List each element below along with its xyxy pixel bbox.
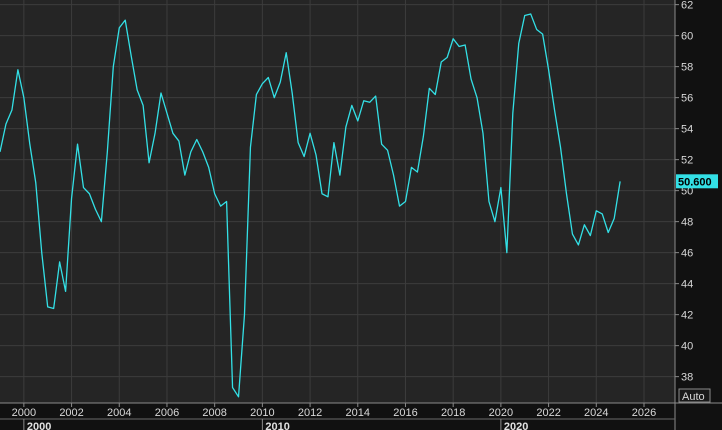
y-tick-label: 58 <box>681 62 693 74</box>
x-tick-label: 2012 <box>298 407 322 419</box>
last-value-label: 50.600 <box>678 176 712 188</box>
y-tick-label: 60 <box>681 31 693 43</box>
x-tick-label: 2000 <box>12 407 36 419</box>
x-major-label: 2010 <box>265 421 289 430</box>
x-tick-label: 2016 <box>393 407 417 419</box>
y-tick-label: 52 <box>681 155 693 167</box>
line-chart: 38404244464850525456586062 2000 2002 2004 2… <box>0 0 722 430</box>
y-tick-label: 54 <box>681 124 693 136</box>
auto-button-label[interactable]: Auto <box>682 391 705 403</box>
plot-area <box>0 0 675 403</box>
y-tick-label: 40 <box>681 341 693 353</box>
x-tick-label: 2004 <box>107 407 131 419</box>
x-tick-label: 2006 <box>155 407 179 419</box>
last-value-marker: 50.600 <box>676 174 718 189</box>
x-tick-label: 2018 <box>441 407 465 419</box>
y-tick-label: 44 <box>681 279 693 291</box>
x-major-label: 2000 <box>27 421 51 430</box>
y-tick-label: 38 <box>681 372 693 384</box>
y-tick-label: 62 <box>681 0 693 12</box>
x-tick-label: 2024 <box>584 407 608 419</box>
x-tick-label: 2008 <box>202 407 226 419</box>
y-tick-label: 46 <box>681 248 693 260</box>
x-tick-label: 2014 <box>346 407 370 419</box>
y-tick-label: 48 <box>681 217 693 229</box>
x-tick-label: 2002 <box>59 407 83 419</box>
x-tick-label: 2022 <box>536 407 560 419</box>
x-tick-label: 2010 <box>250 407 274 419</box>
x-major-label: 2020 <box>504 421 528 430</box>
y-tick-label: 42 <box>681 310 693 322</box>
x-tick-label: 2020 <box>489 407 513 419</box>
x-tick-label: 2026 <box>632 407 656 419</box>
y-tick-label: 56 <box>681 93 693 105</box>
auto-scale-control[interactable]: Auto <box>678 388 711 403</box>
